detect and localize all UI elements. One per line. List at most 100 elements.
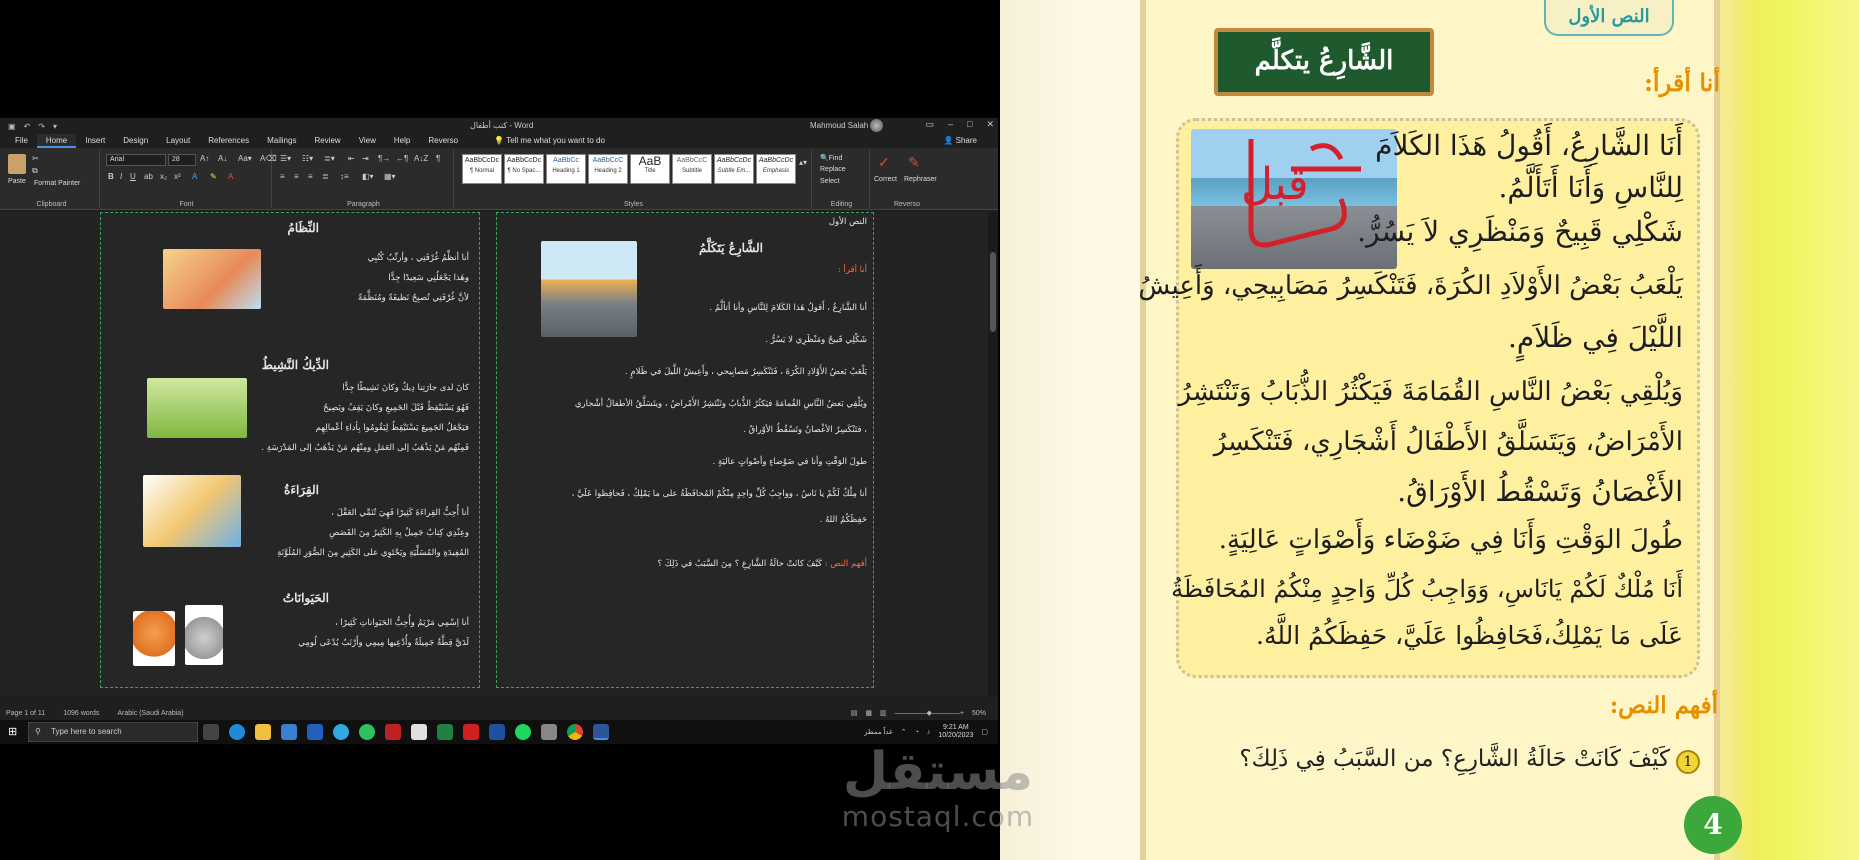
rephraser-button[interactable]: Rephraser — [904, 176, 937, 183]
underline-icon[interactable]: U — [130, 172, 136, 181]
windows-start-icon[interactable]: ⊞ — [8, 725, 17, 738]
style-heading-2[interactable]: AaBbCcC Heading 2 — [588, 154, 628, 184]
volume-icon[interactable]: ♪ — [927, 729, 931, 736]
whatsapp-icon[interactable] — [359, 724, 375, 740]
align-left-icon[interactable]: ≡ — [280, 172, 285, 181]
clock[interactable]: 9:21 AM 10/20/2023 — [938, 724, 973, 740]
tab-references[interactable]: References — [199, 134, 258, 148]
change-case-icon[interactable]: Aa▾ — [238, 154, 252, 163]
taskbar-search[interactable]: ⚲ Type here to search — [28, 722, 198, 742]
correct-icon[interactable]: ✓ — [878, 154, 890, 171]
weather-text[interactable]: غداً ممطر — [864, 728, 893, 736]
redo-icon[interactable]: ↷ — [38, 122, 45, 131]
document-area[interactable]: النِّظَامُ أنا أنظِّمُ غُرْفَتِي ، وأرتِ… — [0, 212, 998, 696]
video-app-icon[interactable] — [385, 724, 401, 740]
word-count[interactable]: 1096 words — [63, 710, 99, 717]
bold-icon[interactable]: B — [108, 172, 114, 181]
highlight-icon[interactable]: ✎ — [210, 172, 217, 181]
find-button[interactable]: 🔍Find — [820, 154, 842, 162]
document-page-2[interactable]: النِّظَامُ أنا أنظِّمُ غُرْفَتِي ، وأرتِ… — [100, 212, 480, 688]
zoom-slider[interactable]: –――――◆――――+ — [895, 709, 964, 717]
language[interactable]: Arabic (Saudi Arabia) — [117, 710, 183, 717]
tab-mailings[interactable]: Mailings — [258, 134, 305, 148]
correct-button[interactable]: Correct — [874, 176, 897, 183]
user-name[interactable]: Mahmoud Salah — [810, 121, 868, 130]
save-icon[interactable]: ▣ — [8, 122, 16, 131]
show-marks-icon[interactable]: ¶ — [436, 154, 440, 163]
shading-icon[interactable]: ◧▾ — [362, 172, 374, 181]
vertical-scrollbar[interactable] — [988, 212, 998, 696]
tab-layout[interactable]: Layout — [157, 134, 199, 148]
notes-icon[interactable] — [411, 724, 427, 740]
text-effects-icon[interactable]: A — [192, 172, 197, 181]
rtl-icon[interactable]: ←¶ — [396, 154, 408, 163]
chrome-icon[interactable] — [567, 724, 583, 740]
style-subtitle[interactable]: AaBbCcC Subtitle — [672, 154, 712, 184]
telegram-icon[interactable] — [333, 724, 349, 740]
notifications-icon[interactable]: ▢ — [981, 728, 988, 736]
task-view-icon[interactable] — [203, 724, 219, 740]
app-icon[interactable] — [489, 724, 505, 740]
font-color-icon[interactable]: A — [228, 172, 233, 181]
paste-button[interactable]: Paste — [8, 178, 26, 185]
align-right-icon[interactable]: ≡ — [308, 172, 313, 181]
scrollbar-thumb[interactable] — [990, 252, 996, 332]
styles-scroll-icon[interactable]: ▴▾ — [799, 158, 807, 167]
network-icon[interactable]: ◔ — [915, 729, 919, 736]
style-title[interactable]: AaB Title — [630, 154, 670, 184]
minimize-icon[interactable]: – — [948, 119, 953, 130]
style-heading-1[interactable]: AaBbCc Heading 1 — [546, 154, 586, 184]
tab-insert[interactable]: Insert — [76, 134, 114, 148]
tell-me-search[interactable]: 💡 Tell me what you want to do — [485, 134, 614, 148]
customize-chevron-icon[interactable]: ▾ — [53, 122, 57, 131]
word-taskbar-icon[interactable] — [593, 724, 609, 740]
justify-icon[interactable]: ≣ — [322, 172, 329, 181]
tab-help[interactable]: Help — [385, 134, 419, 148]
document-page-1[interactable]: النص الأول الشَّارِعُ يَتَكَلَّمُ أنا أق… — [496, 212, 874, 688]
avatar[interactable] — [870, 119, 883, 132]
style-normal[interactable]: AaBbCcDc ¶ Normal — [462, 154, 502, 184]
bullets-icon[interactable]: ☰▾ — [280, 154, 291, 163]
font-size-combo[interactable]: 28 — [168, 154, 196, 166]
store-icon[interactable] — [281, 724, 297, 740]
align-center-icon[interactable]: ≡ — [294, 172, 299, 181]
calculator-icon[interactable] — [541, 724, 557, 740]
style-no-spacing[interactable]: AaBbCcDc ¶ No Spac... — [504, 154, 544, 184]
tab-reverso[interactable]: Reverso — [419, 134, 467, 148]
font-name-combo[interactable]: Arial — [106, 154, 166, 166]
select-button[interactable]: Select — [820, 178, 839, 185]
tray-chevron-icon[interactable]: ⌃ — [901, 728, 907, 736]
replace-button[interactable]: Replace — [820, 166, 846, 173]
style-subtle-emphasis[interactable]: AaBbCcDc Subtle Em... — [714, 154, 754, 184]
undo-icon[interactable]: ↶ — [24, 122, 31, 131]
ltr-icon[interactable]: ¶→ — [378, 154, 390, 163]
close-icon[interactable]: ✕ — [986, 119, 994, 130]
web-layout-icon[interactable]: ▥ — [880, 709, 887, 717]
tab-design[interactable]: Design — [114, 134, 157, 148]
shrink-font-icon[interactable]: A↓ — [218, 154, 227, 163]
print-layout-icon[interactable]: ▦ — [865, 709, 872, 717]
subscript-icon[interactable]: x₂ — [160, 172, 167, 181]
borders-icon[interactable]: ▦▾ — [384, 172, 396, 181]
italic-icon[interactable]: I — [120, 172, 122, 181]
page-count[interactable]: Page 1 of 11 — [6, 710, 45, 717]
copy-icon[interactable]: ⧉ — [32, 166, 38, 176]
tab-home[interactable]: Home — [36, 134, 77, 148]
cut-icon[interactable]: ✂ — [32, 154, 39, 163]
format-painter-button[interactable]: Format Painter — [34, 180, 80, 187]
numbering-icon[interactable]: ☷▾ — [302, 154, 313, 163]
share-button[interactable]: 👤 Share — [934, 134, 986, 148]
style-emphasis[interactable]: AaBbCcDc Emphasis — [756, 154, 796, 184]
increase-indent-icon[interactable]: ⇥ — [362, 154, 369, 163]
edge-icon[interactable] — [229, 724, 245, 740]
file-explorer-icon[interactable] — [255, 724, 271, 740]
rephraser-icon[interactable]: ✎ — [908, 154, 920, 171]
mail-icon[interactable] — [307, 724, 323, 740]
multilevel-list-icon[interactable]: ≣▾ — [324, 154, 335, 163]
spotify-icon[interactable] — [515, 724, 531, 740]
decrease-indent-icon[interactable]: ⇤ — [348, 154, 355, 163]
sheets-icon[interactable] — [437, 724, 453, 740]
superscript-icon[interactable]: x² — [174, 172, 181, 181]
line-spacing-icon[interactable]: ↕≡ — [340, 172, 349, 181]
tab-file[interactable]: File — [6, 134, 37, 148]
